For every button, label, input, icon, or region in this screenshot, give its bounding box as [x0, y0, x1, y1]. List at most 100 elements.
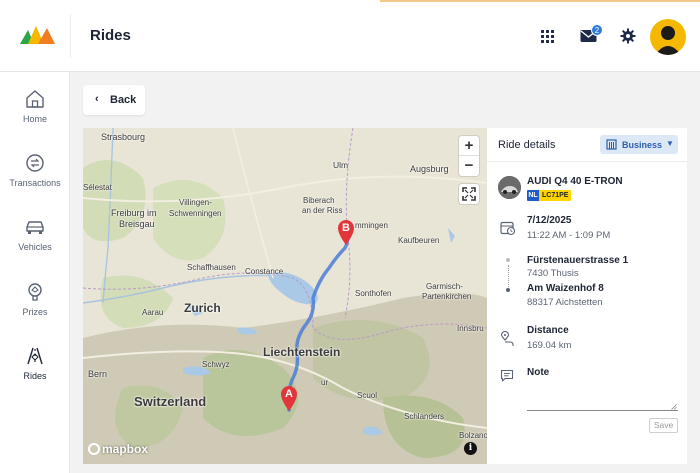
map-label-scuol: Scuol	[357, 391, 378, 400]
mapbox-logo[interactable]: mapbox	[88, 442, 148, 456]
rides-icon	[27, 347, 43, 365]
vehicle-model: AUDI Q4 40 E-TRON	[527, 176, 623, 187]
map-label-schaffhausen: Schaffhausen	[187, 263, 236, 272]
sidebar-item-transactions[interactable]: Transactions	[0, 152, 70, 188]
map-label-innsbruck: Innsbru	[457, 324, 484, 333]
map-label-aarau: Aarau	[142, 308, 164, 317]
trophy-icon	[28, 283, 42, 301]
brand-logo[interactable]	[20, 24, 56, 48]
map-label-zurich: Zurich	[184, 301, 221, 315]
fullscreen-button[interactable]	[459, 184, 479, 204]
chevron-left-icon: ‹	[95, 93, 99, 105]
ride-date: 7/12/2025	[527, 215, 572, 226]
gear-icon[interactable]	[620, 28, 636, 44]
building-icon	[606, 139, 617, 150]
note-textarea[interactable]	[527, 388, 678, 411]
sidebar-item-vehicles[interactable]: Vehicles	[0, 216, 70, 252]
map-label-constance: Constance	[245, 267, 284, 276]
map-label-strasbourg: Strasbourg	[101, 132, 146, 142]
plate-number: LC71PE	[539, 190, 572, 201]
sidebar-item-label: Prizes	[22, 307, 48, 317]
map-label-partenkirchen: Partenkirchen	[422, 292, 472, 301]
back-button[interactable]: ‹ Back	[83, 85, 145, 115]
calendar-clock-icon	[500, 221, 516, 236]
map-label-selestat: Sélestat	[83, 183, 112, 192]
sidebar: Home Transactions Vehicles Prizes Rides	[0, 72, 70, 473]
origin-city: 7430 Thusis	[527, 268, 579, 279]
header-divider	[70, 14, 71, 58]
map-label-liechtenstein: Liechtenstein	[263, 345, 341, 359]
map-label-villingen: Villingen-	[179, 198, 212, 207]
sidebar-item-prizes[interactable]: Prizes	[0, 281, 70, 317]
sidebar-item-label: Home	[22, 114, 47, 124]
destination-street: Am Waizenhof 8	[527, 283, 604, 294]
loading-bar	[380, 0, 700, 2]
sidebar-item-label: Rides	[23, 371, 47, 381]
map-label-sonthofen: Sonthofen	[355, 289, 392, 298]
vehicle-avatar	[498, 176, 521, 199]
map-label-breisgau: Breisgau	[119, 219, 155, 229]
sidebar-item-label: Vehicles	[18, 242, 52, 252]
info-icon[interactable]: i	[464, 442, 477, 455]
map-label-schwyz: Schwyz	[202, 360, 230, 369]
map-label-switzerland: Switzerland	[134, 394, 207, 409]
map-label-an-der-riss: an der Riss	[302, 206, 343, 215]
map-label-augsburg: Augsburg	[410, 164, 449, 174]
ride-details-panel: Ride details Business ▼ AUDI Q4 40 E-TRO…	[487, 128, 687, 464]
map-label-ulm: Ulm	[333, 160, 349, 170]
sidebar-item-rides[interactable]: Rides	[0, 345, 70, 381]
distance-label: Distance	[527, 325, 569, 336]
apps-grid-icon[interactable]	[541, 30, 554, 43]
user-silhouette-icon	[655, 26, 681, 55]
note-label: Note	[527, 367, 550, 378]
panel-header: Ride details Business ▼	[487, 128, 687, 162]
caret-down-icon: ▼	[666, 139, 674, 148]
map-label-memmingen: mmingen	[355, 221, 388, 230]
save-button[interactable]: Save	[649, 418, 678, 433]
resize-handle-icon[interactable]	[671, 404, 677, 410]
map-label-schwenningen: Schwenningen	[169, 209, 222, 218]
zoom-in-button[interactable]: +	[459, 136, 479, 156]
map-label-chur: ur	[321, 378, 329, 387]
vehicle-photo	[498, 176, 521, 199]
mail-badge: 2	[591, 24, 603, 36]
start-marker-label: A	[285, 388, 293, 400]
route-map[interactable]: A B Strasbourg Ulm Augsburg Sélestat Vil…	[83, 128, 487, 464]
category-label: Business	[622, 140, 663, 150]
map-label-bolzano: Bolzano	[459, 431, 487, 440]
home-icon	[26, 90, 44, 108]
ride-time-range: 11:22 AM - 1:09 PM	[527, 230, 611, 241]
note-icon	[500, 369, 514, 382]
top-bar: Rides 2	[0, 0, 700, 72]
end-marker-label: B	[342, 222, 350, 234]
origin-street: Fürstenauerstrasse 1	[527, 255, 629, 266]
plate-country: NL	[527, 190, 539, 201]
map-label-schlanders: Schlanders	[404, 412, 445, 421]
mapbox-attribution: mapbox	[102, 442, 149, 456]
map-label-garmisch: Garmisch-	[426, 282, 463, 291]
destination-city: 88317 Aichstetten	[527, 297, 603, 308]
distance-pin-icon	[500, 331, 514, 346]
route-connector	[507, 265, 509, 287]
license-plate: NL LC71PE	[527, 190, 572, 201]
map-label-bern: Bern	[88, 369, 108, 379]
zoom-out-button[interactable]: −	[459, 156, 479, 176]
fullscreen-icon	[462, 187, 476, 201]
sidebar-item-home[interactable]: Home	[0, 88, 70, 124]
panel-title: Ride details	[498, 139, 556, 151]
distance-value: 169.04 km	[527, 340, 572, 351]
category-dropdown[interactable]: Business ▼	[600, 135, 678, 154]
user-avatar[interactable]	[650, 19, 686, 55]
origin-dot-icon	[506, 258, 510, 262]
page-title: Rides	[90, 27, 131, 44]
destination-dot-icon	[506, 288, 510, 292]
sidebar-item-label: Transactions	[9, 178, 61, 188]
zoom-control: + −	[459, 136, 479, 176]
map-label-biberach: Biberach	[303, 196, 335, 205]
car-icon	[26, 221, 44, 234]
back-button-label: Back	[110, 94, 137, 106]
mapbox-circle-icon	[88, 443, 100, 455]
transactions-icon	[26, 154, 44, 172]
map-label-kaufbeuren: Kaufbeuren	[398, 236, 440, 245]
map-label-freiburg: Freiburg im	[111, 208, 157, 218]
